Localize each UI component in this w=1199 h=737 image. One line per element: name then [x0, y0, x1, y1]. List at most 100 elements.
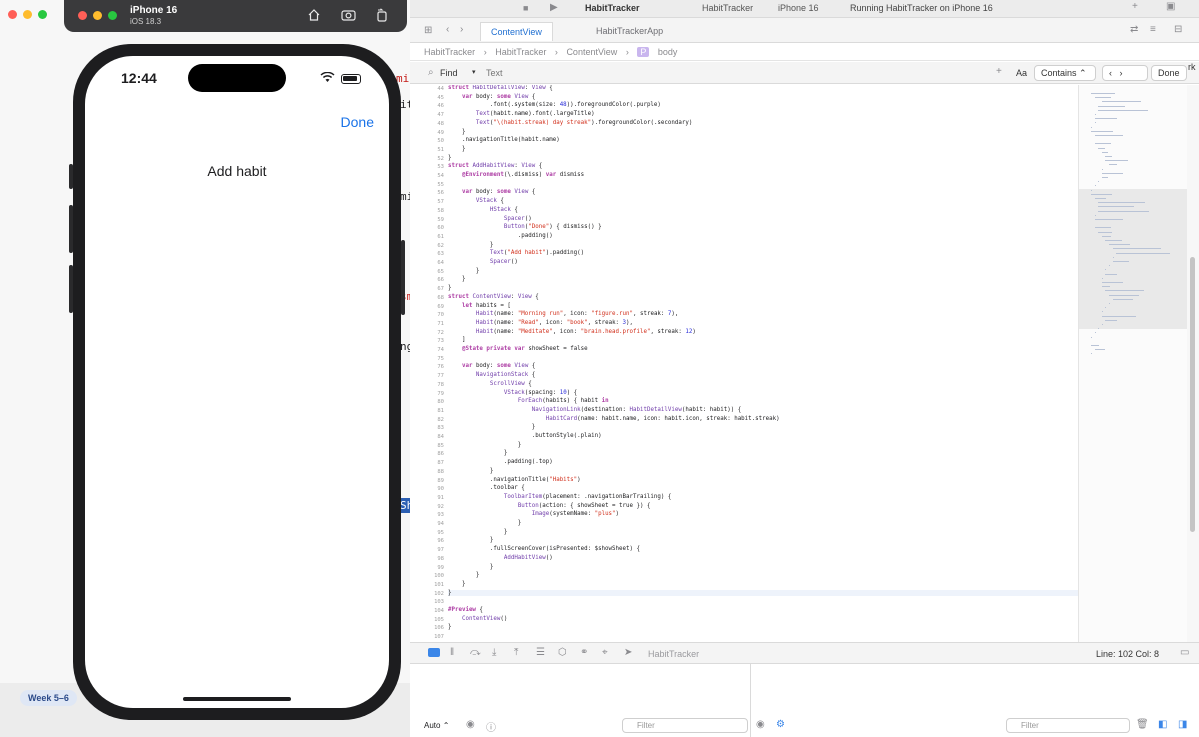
- simulator-minimize-button[interactable]: [93, 11, 102, 20]
- code-line[interactable]: Spacer(): [448, 216, 532, 222]
- code-line[interactable]: }: [448, 624, 452, 630]
- code-line[interactable]: @State private var showSheet = false: [448, 346, 588, 352]
- minimize-panel-icon[interactable]: ▭: [1180, 647, 1189, 658]
- find-next-icon[interactable]: ›: [1120, 68, 1123, 78]
- code-line[interactable]: .navigationTitle("Habits"): [448, 477, 581, 483]
- code-line[interactable]: }: [448, 129, 466, 135]
- code-line[interactable]: HabitCard(name: habit.name, icon: habit.…: [448, 416, 780, 422]
- iphone-screen[interactable]: 12:44 Done Add habit: [85, 56, 389, 708]
- step-out-icon[interactable]: ⤒: [514, 647, 518, 658]
- jump-bar-file[interactable]: ContentView: [566, 47, 617, 57]
- variables-filter[interactable]: Filter: [622, 718, 748, 733]
- info-icon[interactable]: ⓘ: [486, 719, 496, 734]
- screenshot-icon[interactable]: [340, 8, 356, 24]
- code-line[interactable]: var body: some View {: [448, 363, 535, 369]
- code-line[interactable]: }: [448, 529, 508, 535]
- code-line[interactable]: ]: [448, 337, 466, 343]
- code-line[interactable]: .buttonStyle(.plain): [448, 433, 602, 439]
- code-line[interactable]: struct AddHabitView: View {: [448, 163, 542, 169]
- run-icon[interactable]: ▶: [550, 2, 558, 13]
- home-icon[interactable]: [306, 8, 322, 24]
- eye-icon[interactable]: ◉: [466, 719, 475, 730]
- code-line[interactable]: var body: some View {: [448, 189, 535, 195]
- current-code-line[interactable]: }: [448, 589, 1078, 596]
- code-line[interactable]: Habit(name: "Read", icon: "book", streak…: [448, 320, 633, 326]
- code-line[interactable]: ToolbarItem(placement: .navigationBarTra…: [448, 494, 672, 500]
- code-line[interactable]: ForEach(habits) { habit in: [448, 398, 609, 404]
- show-console-icon[interactable]: ◨: [1178, 719, 1187, 730]
- add-icon[interactable]: +: [1132, 1, 1138, 12]
- code-line[interactable]: struct ContentView: View {: [448, 294, 539, 300]
- forward-icon[interactable]: ›: [460, 24, 463, 35]
- code-line[interactable]: Habit(name: "Morning run", icon: "figure…: [448, 311, 678, 317]
- console-divider[interactable]: [750, 664, 751, 737]
- close-window-button[interactable]: [8, 10, 17, 19]
- trash-icon[interactable]: 🗑: [1136, 719, 1149, 730]
- code-line[interactable]: VStack(spacing: 10) {: [448, 390, 577, 396]
- memory-graph-icon[interactable]: ⬡: [558, 647, 567, 658]
- code-line[interactable]: HStack {: [448, 207, 518, 213]
- view-hierarchy-icon[interactable]: ☰: [536, 647, 545, 658]
- jump-bar-group[interactable]: HabitTracker: [495, 47, 546, 57]
- rotate-icon[interactable]: [374, 8, 390, 24]
- code-line[interactable]: Habit(name: "Meditate", icon: "brain.hea…: [448, 329, 696, 335]
- device-selector[interactable]: iPhone 16: [778, 3, 819, 13]
- code-line[interactable]: ContentView(): [448, 616, 507, 622]
- code-line[interactable]: var body: some View {: [448, 94, 535, 100]
- minimize-window-button[interactable]: [23, 10, 32, 19]
- code-line[interactable]: }: [448, 276, 466, 282]
- code-line[interactable]: Text("\(habit.streak) day streak").foreg…: [448, 120, 692, 126]
- code-line[interactable]: }: [448, 424, 536, 430]
- code-line[interactable]: }: [448, 564, 494, 570]
- code-line[interactable]: ScrollView {: [448, 381, 532, 387]
- code-line[interactable]: }: [448, 146, 466, 152]
- simulate-location-icon[interactable]: ⌖: [602, 647, 608, 658]
- editor-scrollbar-thumb[interactable]: [1190, 257, 1195, 532]
- match-option-selector[interactable]: Contains ⌃: [1034, 65, 1096, 81]
- simulator-zoom-button[interactable]: [108, 11, 117, 20]
- zoom-window-button[interactable]: [38, 10, 47, 19]
- eye-icon[interactable]: ◉: [756, 719, 765, 730]
- split-editor-icon[interactable]: ⊟: [1174, 24, 1182, 35]
- code-line[interactable]: Text(habit.name).font(.largeTitle): [448, 111, 595, 117]
- code-line[interactable]: }: [448, 155, 452, 161]
- code-line[interactable]: Image(systemName: "plus"): [448, 511, 619, 517]
- find-done-button[interactable]: Done: [1151, 65, 1187, 81]
- step-into-icon[interactable]: ⤓: [492, 647, 496, 658]
- code-line[interactable]: }: [448, 268, 480, 274]
- code-line[interactable]: }: [448, 572, 480, 578]
- related-items-icon[interactable]: ⇄: [1130, 24, 1138, 35]
- inspector-toggle-icon[interactable]: ▣: [1166, 1, 1175, 12]
- find-mode-selector[interactable]: Find: [440, 68, 458, 78]
- code-line[interactable]: struct HabitDetailView: View {: [448, 85, 553, 91]
- code-line[interactable]: Button(action: { showSheet = true }) {: [448, 503, 651, 509]
- match-case-toggle[interactable]: Aa: [1016, 68, 1027, 78]
- console-settings-icon[interactable]: ⚙: [776, 719, 785, 730]
- code-line[interactable]: .font(.system(size: 48)).foregroundColor…: [448, 102, 661, 108]
- add-pattern-icon[interactable]: +: [996, 66, 1002, 77]
- environment-overrides-icon[interactable]: ⚭: [580, 647, 588, 658]
- code-line[interactable]: .padding(.top): [448, 459, 553, 465]
- code-line[interactable]: AddHabitView(): [448, 555, 553, 561]
- code-line[interactable]: }: [448, 285, 452, 291]
- grid-icon[interactable]: ⊞: [424, 25, 432, 36]
- editor-scrollbar[interactable]: [1187, 85, 1199, 642]
- tab-contentview[interactable]: ContentView: [480, 22, 553, 41]
- code-line[interactable]: }: [448, 442, 522, 448]
- code-line[interactable]: .navigationTitle(habit.name): [448, 137, 560, 143]
- done-button[interactable]: Done: [341, 114, 374, 130]
- scheme-selector[interactable]: HabitTracker: [702, 3, 753, 13]
- debug-area-toggle-icon[interactable]: [428, 648, 440, 657]
- code-line[interactable]: .toolbar {: [448, 485, 525, 491]
- code-editor[interactable]: 44 45 46 47 48 49 50 51 52 53 54 55 56 57 58 59 60 61 62 63…: [420, 85, 1080, 642]
- minimap[interactable]: [1078, 85, 1188, 642]
- jump-bar-project[interactable]: HabitTracker: [424, 47, 475, 57]
- code-line[interactable]: }: [448, 450, 508, 456]
- code-line[interactable]: Spacer(): [448, 259, 518, 265]
- code-line[interactable]: #Preview {: [448, 607, 483, 613]
- stop-icon[interactable]: ■: [523, 3, 528, 13]
- find-input[interactable]: [486, 65, 986, 81]
- code-line[interactable]: let habits = [: [448, 303, 511, 309]
- jump-bar-symbol[interactable]: body: [658, 47, 678, 57]
- code-line[interactable]: }: [448, 581, 466, 587]
